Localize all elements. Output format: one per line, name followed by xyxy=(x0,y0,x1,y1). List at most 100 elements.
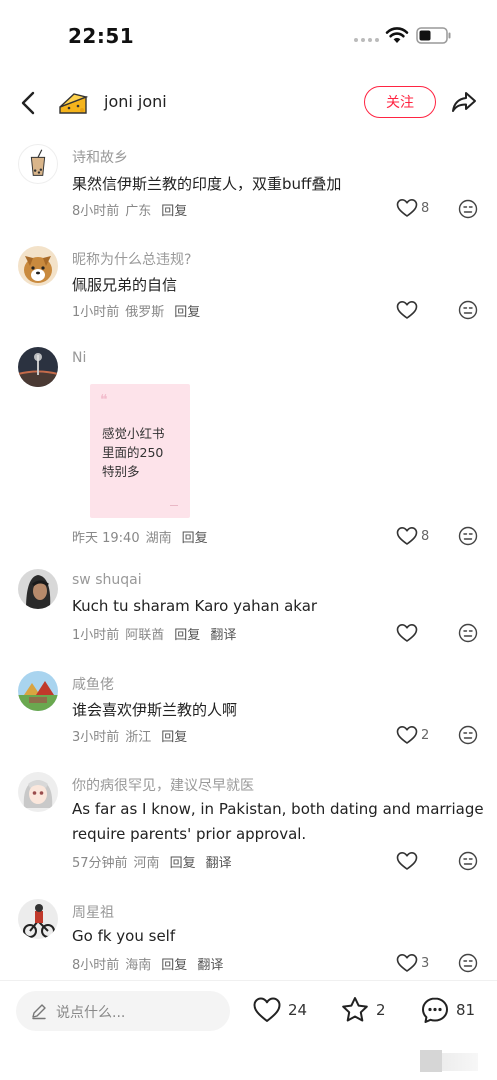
comment-like[interactable] xyxy=(396,623,421,643)
dislike-face-icon[interactable] xyxy=(458,953,478,973)
comment-location: 广东 xyxy=(125,204,152,219)
comment-input[interactable]: 说点什么... xyxy=(16,991,230,1031)
comment-location: 俄罗斯 xyxy=(125,305,165,320)
translate-button[interactable]: 翻译 xyxy=(210,624,236,643)
comment-location: 湖南 xyxy=(145,531,172,546)
comment-username[interactable]: Ni xyxy=(72,350,86,366)
heart-icon xyxy=(396,954,418,972)
reply-button[interactable]: 回复 xyxy=(174,301,200,320)
reply-button[interactable]: 回复 xyxy=(161,200,187,219)
quote-mark-icon: ❝ xyxy=(100,392,108,408)
heart-icon xyxy=(396,199,418,217)
status-bar: 22:51 xyxy=(0,0,497,72)
reply-button[interactable]: 回复 xyxy=(174,624,200,643)
heart-icon xyxy=(396,527,418,545)
comment-username[interactable]: 你的病很罕见，建议尽早就医 xyxy=(72,775,254,795)
comment-total: 81 xyxy=(456,1001,476,1019)
dislike-face-icon[interactable] xyxy=(458,725,478,745)
comment-like[interactable]: 8 xyxy=(396,526,429,546)
follow-button[interactable]: 关注 xyxy=(364,86,436,118)
comment-location: 河南 xyxy=(133,856,160,871)
comment-location: 浙江 xyxy=(125,730,152,745)
dislike-face-icon[interactable] xyxy=(458,300,478,320)
like-count: 8 xyxy=(421,528,430,544)
comment-like[interactable]: 8 xyxy=(396,198,429,218)
bottom-action-bar: 说点什么... 24 2 81 xyxy=(0,980,497,1080)
commenter-avatar[interactable] xyxy=(18,569,58,609)
like-count: 2 xyxy=(421,727,430,743)
heart-icon xyxy=(396,852,418,870)
commenter-avatar[interactable] xyxy=(18,772,58,812)
reply-button[interactable]: 回复 xyxy=(161,726,187,745)
comment-like[interactable] xyxy=(396,300,421,320)
comment-location: 阿联酋 xyxy=(125,628,165,643)
star-icon xyxy=(342,997,368,1022)
battery-icon xyxy=(416,27,451,44)
commenter-avatar[interactable] xyxy=(18,347,58,387)
comment-text: As far as I know, in Pakistan, both dati… xyxy=(72,800,484,818)
reply-button[interactable]: 回复 xyxy=(170,852,196,871)
collect-total: 2 xyxy=(376,1001,386,1019)
note-header: joni joni 关注 xyxy=(0,80,497,126)
author-avatar[interactable] xyxy=(56,85,90,119)
reply-button[interactable]: 回复 xyxy=(182,527,208,546)
comment-meta: 8小时前 海南 回复 翻译 xyxy=(72,954,223,973)
comment-time: 1小时前 xyxy=(72,628,120,643)
heart-icon xyxy=(396,726,418,744)
back-arrow-icon[interactable] xyxy=(14,88,42,118)
dislike-face-icon[interactable] xyxy=(458,851,478,871)
comment-username[interactable]: 周星祖 xyxy=(72,902,114,922)
watermark-block xyxy=(420,1050,442,1072)
comment-meta: 1小时前 俄罗斯 回复 xyxy=(72,301,200,320)
commenter-avatar[interactable] xyxy=(18,671,58,711)
pencil-icon xyxy=(32,1004,46,1020)
comment-like[interactable]: 2 xyxy=(396,725,429,745)
share-icon[interactable] xyxy=(450,88,478,116)
comment-meta: 昨天 19:40 湖南 回复 xyxy=(72,527,208,546)
comment-image[interactable]: ❝ 感觉小红书 里面的250 特别多 xyxy=(90,384,190,518)
comment-meta: 8小时前 广东 回复 xyxy=(72,200,187,219)
comment-time: 昨天 19:40 xyxy=(72,531,140,546)
wifi-icon xyxy=(385,27,409,43)
dislike-face-icon[interactable] xyxy=(458,623,478,643)
image-card-text: 感觉小红书 里面的250 特别多 xyxy=(102,426,165,479)
heart-icon xyxy=(253,997,281,1022)
heart-icon xyxy=(396,624,418,642)
comment-username[interactable]: 昵称为什么总违规? xyxy=(72,249,191,269)
comment-time: 8小时前 xyxy=(72,204,120,219)
comment-location: 海南 xyxy=(125,958,152,973)
commenter-avatar[interactable] xyxy=(18,899,58,939)
reply-button[interactable]: 回复 xyxy=(161,954,187,973)
like-total: 24 xyxy=(288,1001,308,1019)
comment-meta: 57分钟前 河南 回复 翻译 xyxy=(72,852,232,871)
comment-time: 8小时前 xyxy=(72,958,120,973)
dislike-face-icon[interactable] xyxy=(458,199,478,219)
comment-text: Kuch tu sharam Karo yahan akar xyxy=(72,597,318,615)
commenter-avatar[interactable] xyxy=(18,246,58,286)
watermark-fade xyxy=(442,1053,478,1071)
author-name[interactable]: joni joni xyxy=(104,92,167,111)
collect-button[interactable]: 2 xyxy=(340,995,386,1025)
translate-button[interactable]: 翻译 xyxy=(197,954,223,973)
comment-time: 1小时前 xyxy=(72,305,120,320)
signal-dots-icon xyxy=(354,38,379,42)
translate-button[interactable]: 翻译 xyxy=(206,852,232,871)
dislike-face-icon[interactable] xyxy=(458,526,478,546)
comment-time: 57分钟前 xyxy=(72,856,128,871)
comment-username[interactable]: 咸鱼佬 xyxy=(72,674,114,694)
comment-input-placeholder: 说点什么... xyxy=(56,1005,126,1021)
comment-button[interactable]: 81 xyxy=(420,995,475,1025)
commenter-avatar[interactable] xyxy=(18,144,58,184)
comment-text: Go fk you self xyxy=(72,927,176,945)
card-divider xyxy=(170,505,178,506)
comment-username[interactable]: 诗和故乡 xyxy=(72,147,128,167)
comment-bubble-icon xyxy=(422,997,448,1023)
comment-text: 佩服兄弟的自信 xyxy=(72,276,178,294)
like-button[interactable]: 24 xyxy=(252,995,307,1025)
comment-username[interactable]: sw shuqai xyxy=(72,572,142,588)
comment-like[interactable]: 3 xyxy=(396,953,429,973)
comment-time: 3小时前 xyxy=(72,730,120,745)
heart-icon xyxy=(396,301,418,319)
status-time: 22:51 xyxy=(68,24,135,48)
comment-like[interactable] xyxy=(396,851,421,871)
